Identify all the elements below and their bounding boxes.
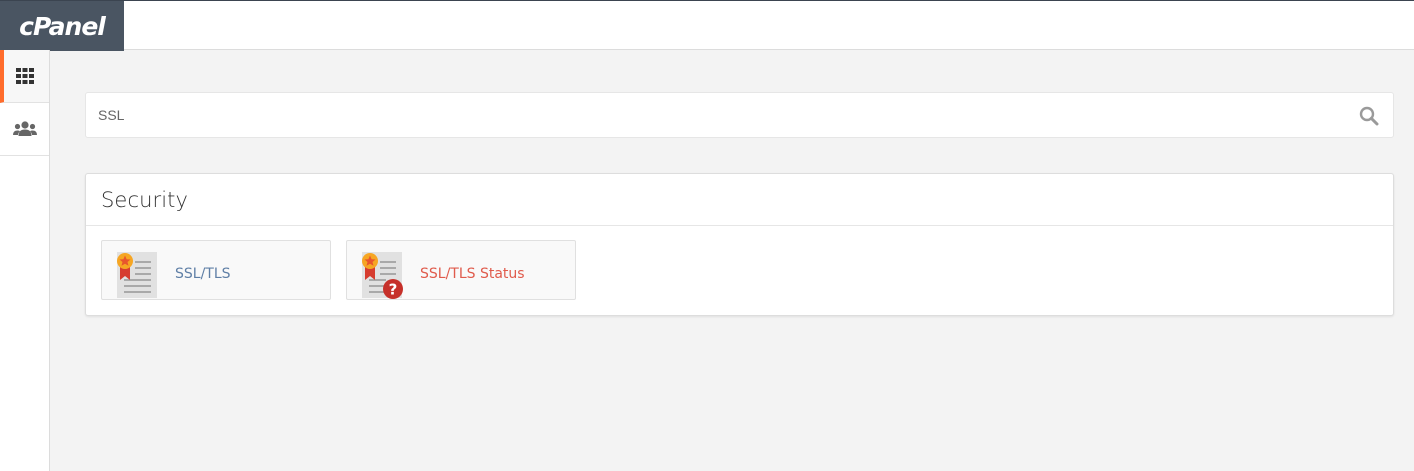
svg-text:?: ?: [389, 281, 398, 299]
sidebar-item-users[interactable]: [0, 103, 49, 156]
search-box: [85, 92, 1394, 138]
left-sidebar: [0, 50, 50, 471]
sidebar-item-home[interactable]: [0, 50, 49, 103]
top-bar: cPanel: [0, 0, 1414, 51]
security-panel: Security SSL/TLS ? SSL/TLS Status: [85, 173, 1394, 316]
ssl-tls-status-tile[interactable]: ? SSL/TLS Status: [346, 240, 576, 300]
search-icon[interactable]: [1359, 106, 1379, 126]
panel-title: Security: [101, 187, 189, 212]
logo-text: cPanel: [19, 11, 106, 41]
certificate-icon: [117, 252, 157, 298]
certificate-status-icon: ?: [362, 252, 403, 299]
users-icon: [12, 121, 37, 136]
ssl-tls-status-label: SSL/TLS Status: [420, 266, 525, 282]
search-input[interactable]: [98, 93, 1348, 137]
panel-header: Security: [86, 174, 1393, 226]
cpanel-logo[interactable]: cPanel: [0, 1, 124, 51]
grid-icon: [15, 68, 34, 84]
ssl-tls-tile[interactable]: SSL/TLS: [101, 240, 331, 300]
ssl-tls-label: SSL/TLS: [175, 266, 231, 282]
